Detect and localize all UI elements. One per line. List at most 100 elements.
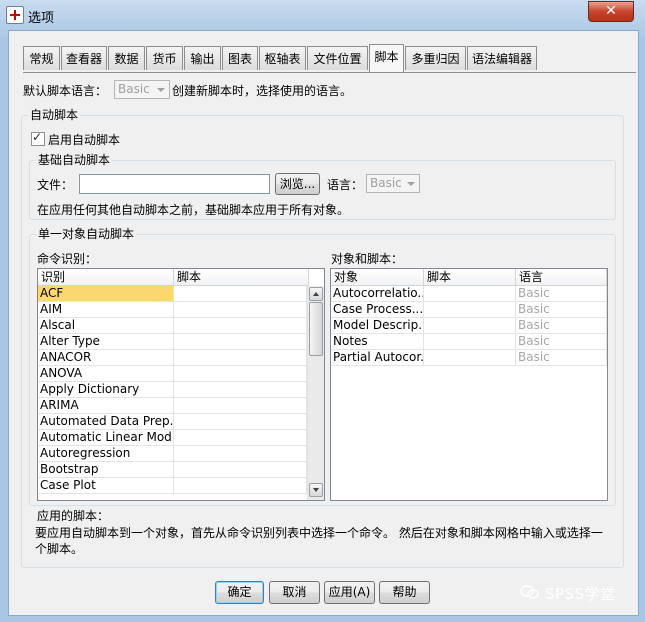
- close-button[interactable]: ✕: [588, 1, 634, 22]
- tab-scripts[interactable]: 脚本: [369, 44, 404, 72]
- autoscript-group-title: 自动脚本: [28, 108, 81, 122]
- default-language-hint: 创建新脚本时，选择使用的语言。: [172, 84, 353, 98]
- command-row-script[interactable]: [174, 366, 307, 382]
- command-row-identifier[interactable]: Apply Dictionary: [38, 382, 174, 398]
- command-row-identifier[interactable]: ANOVA: [38, 366, 174, 382]
- language-label: 语言：: [327, 178, 364, 192]
- chevron-down-icon: [407, 182, 415, 186]
- object-row-lang[interactable]: Basic: [516, 286, 607, 302]
- command-row-script[interactable]: [174, 446, 307, 462]
- command-row-identifier[interactable]: Automatic Linear Mod...: [38, 430, 174, 446]
- applied-script-label: 应用的脚本：: [37, 509, 110, 523]
- command-row-script[interactable]: [174, 350, 307, 366]
- tab-multiple-imputations[interactable]: 多重归因: [405, 46, 466, 70]
- command-row-script[interactable]: [174, 462, 307, 478]
- browse-button[interactable]: 浏览...: [275, 173, 320, 195]
- tab-charts[interactable]: 图表: [222, 46, 258, 70]
- command-row-identifier[interactable]: AIM: [38, 302, 174, 318]
- command-row-script[interactable]: [174, 414, 307, 430]
- spss-app-icon: [6, 6, 24, 24]
- tab-divider: [23, 72, 636, 73]
- object-row-name[interactable]: Case Process...: [331, 302, 424, 318]
- command-scrollbar[interactable]: [307, 286, 324, 500]
- applied-script-text: 要应用自动脚本到一个对象，首先从命令识别列表中选择一个命令。 然后在对象和脚本网…: [35, 526, 603, 556]
- object-row-name[interactable]: Model Descrip...: [331, 318, 424, 334]
- object-row-lang[interactable]: Basic: [516, 302, 607, 318]
- command-row-script[interactable]: [174, 478, 307, 494]
- file-label: 文件：: [37, 178, 74, 192]
- objects-scripts-label: 对象和脚本：: [331, 252, 404, 266]
- command-row-identifier[interactable]: Alscal: [38, 318, 174, 334]
- command-table[interactable]: 识别 脚本 ACF AIM Alscal Alter Type ANACOR ANOVA A…: [37, 268, 325, 501]
- objects-header-object[interactable]: 对象: [331, 269, 424, 286]
- command-header-script[interactable]: 脚本: [174, 269, 309, 286]
- command-row-identifier[interactable]: ANACOR: [38, 350, 174, 366]
- object-row-script[interactable]: [424, 334, 516, 350]
- default-language-select[interactable]: Basic: [114, 80, 170, 99]
- object-row-lang[interactable]: Basic: [516, 334, 607, 350]
- ok-button[interactable]: 确定: [215, 581, 264, 604]
- object-row-name[interactable]: Partial Autocor...: [331, 350, 424, 366]
- scroll-down-button[interactable]: [309, 483, 323, 497]
- command-row-identifier[interactable]: Automated Data Prep...: [38, 414, 174, 430]
- command-row-script[interactable]: [174, 286, 307, 302]
- objects-header-script[interactable]: 脚本: [424, 269, 516, 286]
- window-title: 选项: [28, 11, 55, 26]
- tab-currency[interactable]: 货币: [146, 46, 183, 70]
- command-row-identifier[interactable]: Bootstrap: [38, 462, 174, 478]
- language-select[interactable]: Basic: [366, 174, 420, 193]
- single-object-title: 单一对象自动脚本: [36, 227, 137, 241]
- object-row-script[interactable]: [424, 318, 516, 334]
- tab-output[interactable]: 输出: [184, 46, 221, 70]
- chevron-down-icon: [157, 88, 165, 92]
- objects-table[interactable]: 对象 脚本 语言 Autocorrelatio... Basic Case Proc…: [330, 268, 608, 501]
- apply-button[interactable]: 应用(A): [324, 581, 375, 604]
- command-row-identifier[interactable]: Case Plot: [38, 478, 174, 494]
- help-button[interactable]: 帮助: [379, 581, 430, 604]
- command-row-identifier[interactable]: ARIMA: [38, 398, 174, 414]
- command-row-script[interactable]: [174, 302, 307, 318]
- arrow-down-icon: [313, 488, 319, 492]
- scroll-thumb[interactable]: [309, 302, 323, 356]
- enable-autoscript-label: 启用自动脚本: [48, 133, 121, 147]
- default-language-label: 默认脚本语言：: [23, 84, 108, 98]
- object-row-script[interactable]: [424, 286, 516, 302]
- object-row-name[interactable]: Notes: [331, 334, 424, 350]
- command-row-identifier[interactable]: Alter Type: [38, 334, 174, 350]
- object-row-script[interactable]: [424, 350, 516, 366]
- base-autoscript-note: 在应用任何其他自动脚本之前，基础脚本应用于所有对象。: [37, 203, 350, 217]
- command-row-script[interactable]: [174, 382, 307, 398]
- tab-data[interactable]: 数据: [108, 46, 145, 70]
- tab-viewer[interactable]: 查看器: [61, 46, 107, 70]
- command-row-identifier[interactable]: ACF: [38, 286, 174, 302]
- title-bar[interactable]: 选项 ✕: [0, 0, 645, 30]
- tab-syntax-editor[interactable]: 语法编辑器: [467, 46, 537, 70]
- tab-pivot-tables[interactable]: 枢轴表: [259, 46, 306, 70]
- command-row-identifier[interactable]: Autoregression: [38, 446, 174, 462]
- object-row-name[interactable]: Autocorrelatio...: [331, 286, 424, 302]
- object-row-lang[interactable]: Basic: [516, 318, 607, 334]
- enable-autoscript-checkbox[interactable]: [31, 130, 45, 146]
- base-autoscript-title: 基础自动脚本: [36, 153, 113, 167]
- command-row-script[interactable]: [174, 398, 307, 414]
- tab-general[interactable]: 常规: [23, 46, 60, 70]
- command-row-script[interactable]: [174, 318, 307, 334]
- close-icon: ✕: [605, 3, 617, 19]
- file-input[interactable]: [79, 174, 270, 194]
- cancel-button[interactable]: 取消: [269, 581, 320, 604]
- command-header-identifier[interactable]: 识别: [38, 269, 174, 286]
- tab-file-locations[interactable]: 文件位置: [307, 46, 368, 70]
- command-row-script[interactable]: [174, 334, 307, 350]
- watermark-text: SPSS学堂: [545, 585, 616, 603]
- object-row-lang[interactable]: Basic: [516, 350, 607, 366]
- command-identifier-label: 命令识别：: [37, 252, 98, 266]
- command-row-script[interactable]: [174, 430, 307, 446]
- scroll-up-button[interactable]: [309, 287, 323, 301]
- wechat-icon: [520, 585, 539, 599]
- language-value: Basic: [370, 176, 402, 190]
- default-language-value: Basic: [118, 82, 150, 96]
- arrow-up-icon: [313, 292, 319, 296]
- objects-header-language[interactable]: 语言: [516, 269, 607, 286]
- options-panel: 常规 查看器 数据 货币 输出 图表 枢轴表 文件位置 脚本 多重归因 语法编辑…: [8, 30, 639, 616]
- object-row-script[interactable]: [424, 302, 516, 318]
